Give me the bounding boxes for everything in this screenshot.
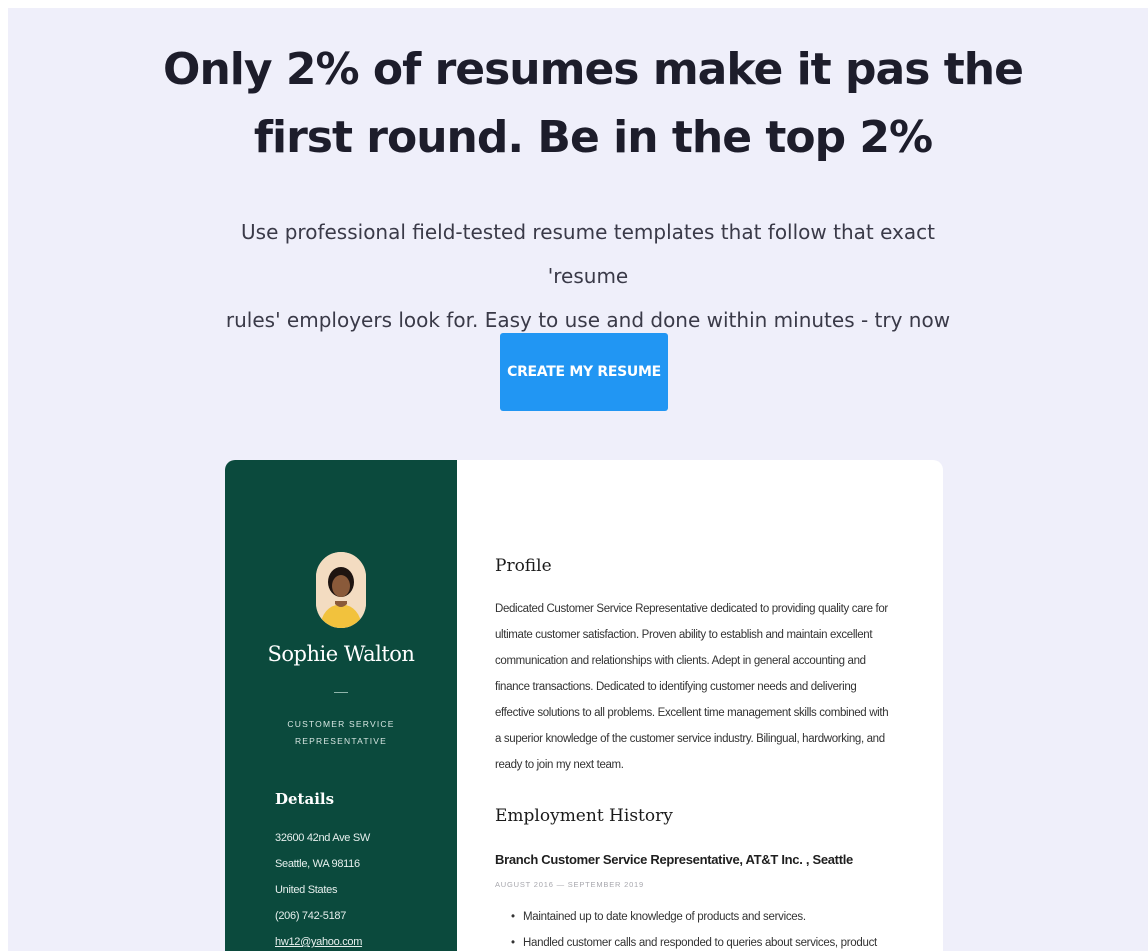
details-list: 32600 42nd Ave SW Seattle, WA 98116 Unit… [275,825,370,951]
detail-city: Seattle, WA 98116 [275,858,360,870]
detail-country: United States [275,884,338,896]
landing-section: Only 2% of resumes make it pas the first… [8,8,1148,951]
avatar [316,552,366,628]
profile-line: effective solutions to all problems. Exc… [495,707,889,719]
profile-heading: Profile [495,556,552,576]
detail-street: 32600 42nd Ave SW [275,832,370,844]
list-item: Maintained up to date knowledge of produ… [511,904,913,930]
detail-phone: (206) 742-5187 [275,910,347,922]
job-entry-title: Branch Customer Service Representative, … [495,852,853,867]
avatar-portrait-icon [316,552,366,628]
resume-job-title: CUSTOMER SERVICE REPRESENTATIVE [265,716,417,750]
resume-preview: Sophie Walton CUSTOMER SERVICE REPRESENT… [225,460,943,951]
hero-headline: Only 2% of resumes make it pas the first… [8,36,1148,172]
profile-line: ready to join my next team. [495,759,624,771]
profile-line: finance transactions. Dedicated to ident… [495,681,857,693]
job-title-line-1: CUSTOMER SERVICE [287,719,395,729]
employment-heading: Employment History [495,806,673,826]
headline-line-1: Only 2% of resumes make it pas the [163,44,1024,95]
resume-sidebar: Sophie Walton CUSTOMER SERVICE REPRESENT… [225,460,457,951]
create-my-resume-button[interactable]: CREATE MY RESUME [500,333,668,411]
list-item: Handled customer calls and responded to … [511,930,913,951]
detail-email-link[interactable]: hw12@yahoo.com [275,929,370,951]
profile-line: ultimate customer satisfaction. Proven a… [495,629,873,641]
resume-main: Profile Dedicated Customer Service Repre… [495,460,915,951]
profile-text: Dedicated Customer Service Representativ… [495,596,915,778]
profile-line: a superior knowledge of the customer ser… [495,733,885,745]
job-bullets: Maintained up to date knowledge of produ… [511,904,913,951]
job-entry-dates: AUGUST 2016 — SEPTEMBER 2019 [495,880,644,889]
job-title-line-2: REPRESENTATIVE [294,736,388,746]
profile-line: Dedicated Customer Service Representativ… [495,603,888,615]
details-heading: Details [275,790,335,808]
name-divider [334,692,348,693]
profile-line: communication and relationships with cli… [495,655,866,667]
headline-line-2: first round. Be in the top 2% [253,112,933,163]
resume-name: Sophie Walton [267,642,415,666]
subtext-line-1: Use professional field-tested resume tem… [241,220,935,288]
